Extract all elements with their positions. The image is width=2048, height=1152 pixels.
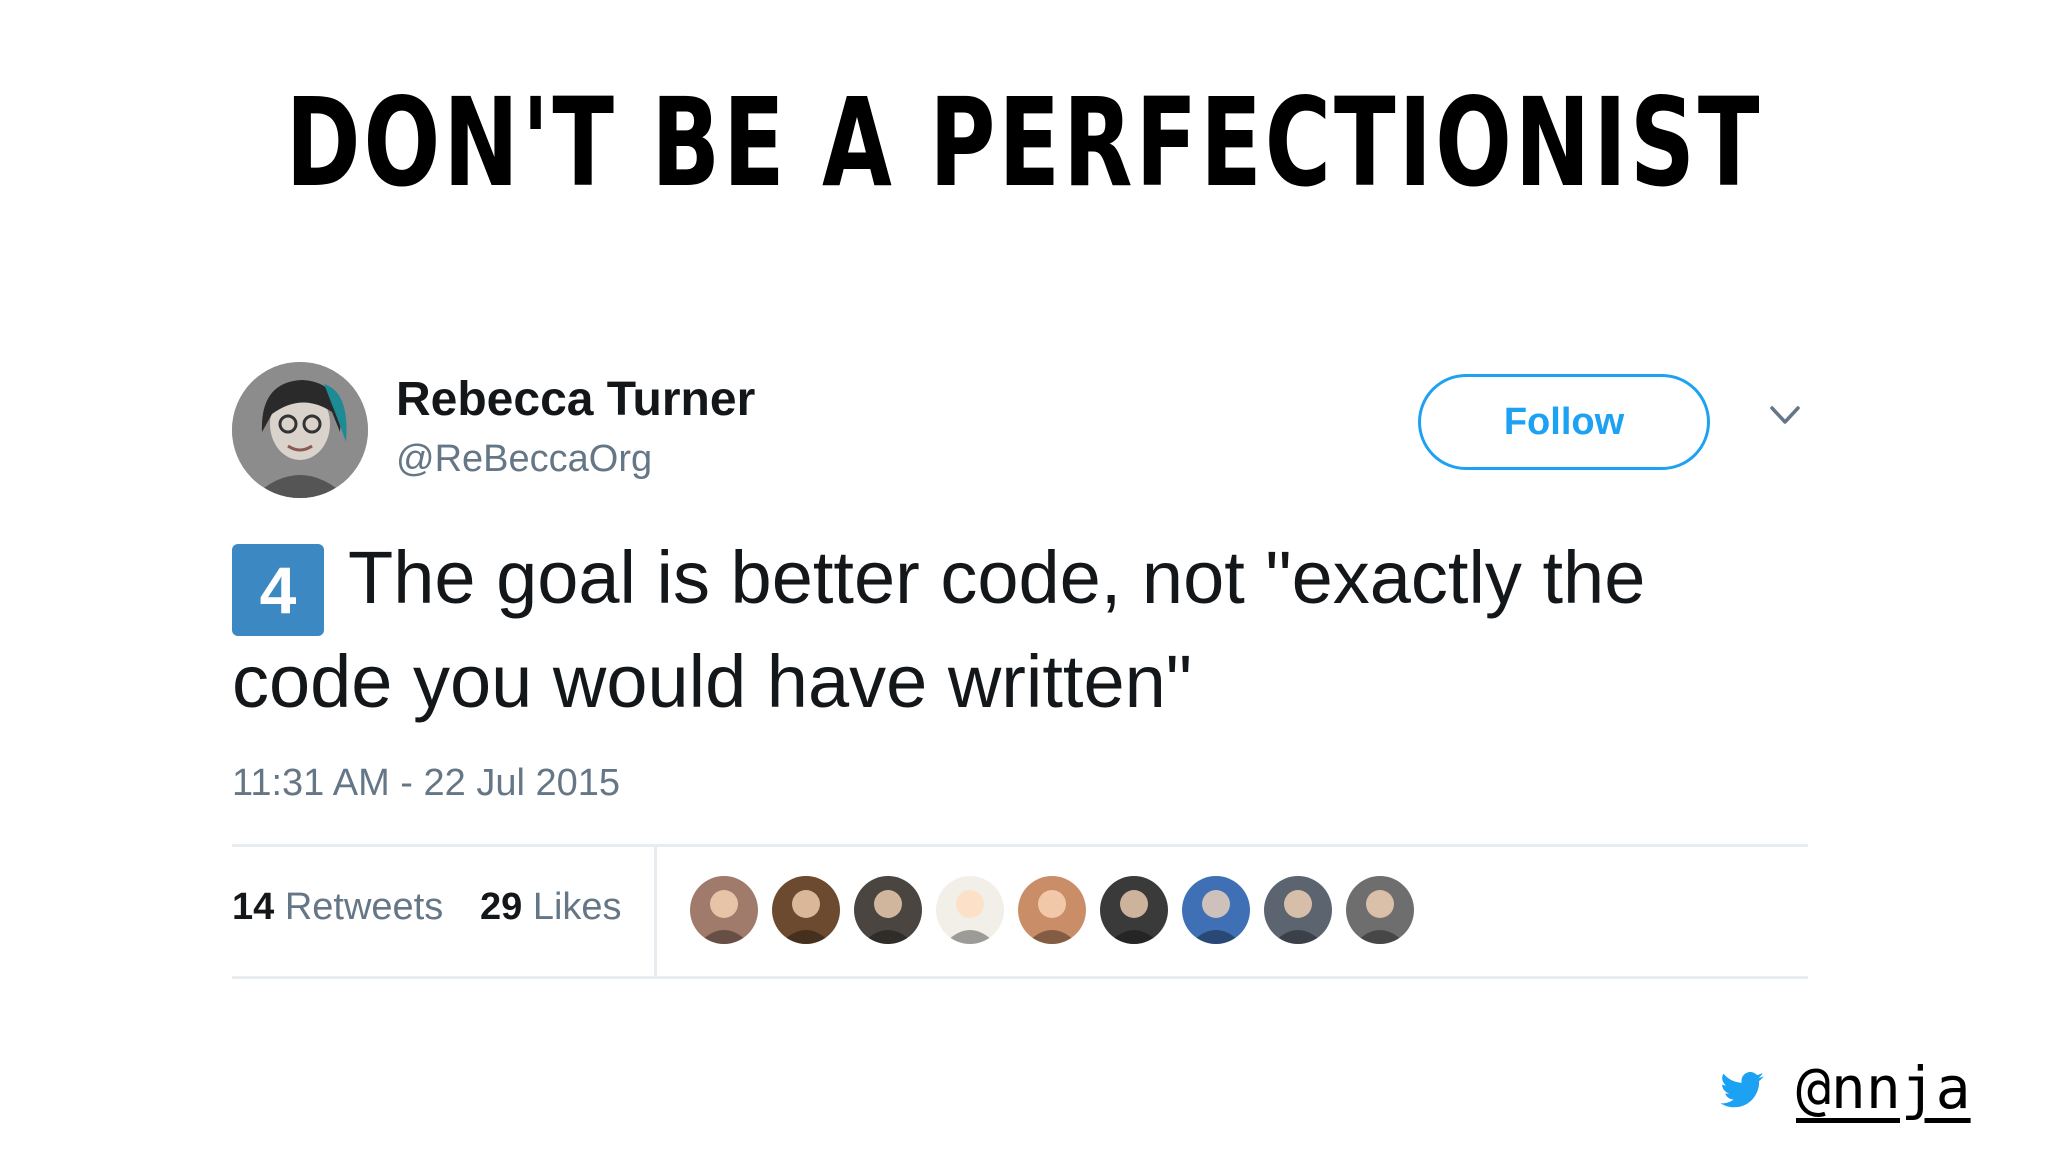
author-display-name[interactable]: Rebecca Turner [396,372,755,427]
liker-avatar-8[interactable] [1264,876,1332,944]
liker-avatar-9[interactable] [1346,876,1414,944]
chevron-down-icon[interactable] [1768,398,1802,432]
keycap-four-emoji: 4 [232,544,324,636]
tweet-card: Rebecca Turner @ReBeccaOrg Follow 4 The g… [232,330,1808,990]
liker-avatar-2[interactable] [772,876,840,944]
likes-label: Likes [532,886,622,928]
retweets-count: 14 [232,886,275,928]
liker-avatar-6[interactable] [1100,876,1168,944]
liker-avatar-7[interactable] [1182,876,1250,944]
slide-title: DON'T BE A PERFECTIONIST [285,72,1763,214]
likes-stat[interactable]: 29 Likes [480,886,622,929]
retweets-stat[interactable]: 14 Retweets [232,886,443,929]
stats-top-divider [232,844,1808,847]
stats-bottom-divider [232,976,1808,979]
liker-avatar-3[interactable] [854,876,922,944]
follow-button[interactable]: Follow [1418,374,1710,470]
twitter-bird-icon [1720,1072,1764,1108]
liker-avatar-4[interactable] [936,876,1004,944]
liker-avatar-1[interactable] [690,876,758,944]
footer-handle[interactable]: @nnja [1796,1054,1971,1122]
tweet-text: 4 The goal is better code, not "exactly t… [232,532,1792,728]
author-avatar[interactable] [232,362,368,498]
retweets-label: Retweets [284,886,444,928]
likes-count: 29 [480,886,523,928]
author-handle[interactable]: @ReBeccaOrg [396,438,652,481]
stats-separator [654,846,657,976]
liker-avatar-5[interactable] [1018,876,1086,944]
tweet-body: The goal is better code, not "exactly th… [232,536,1646,723]
tweet-timestamp[interactable]: 11:31 AM - 22 Jul 2015 [232,762,620,805]
